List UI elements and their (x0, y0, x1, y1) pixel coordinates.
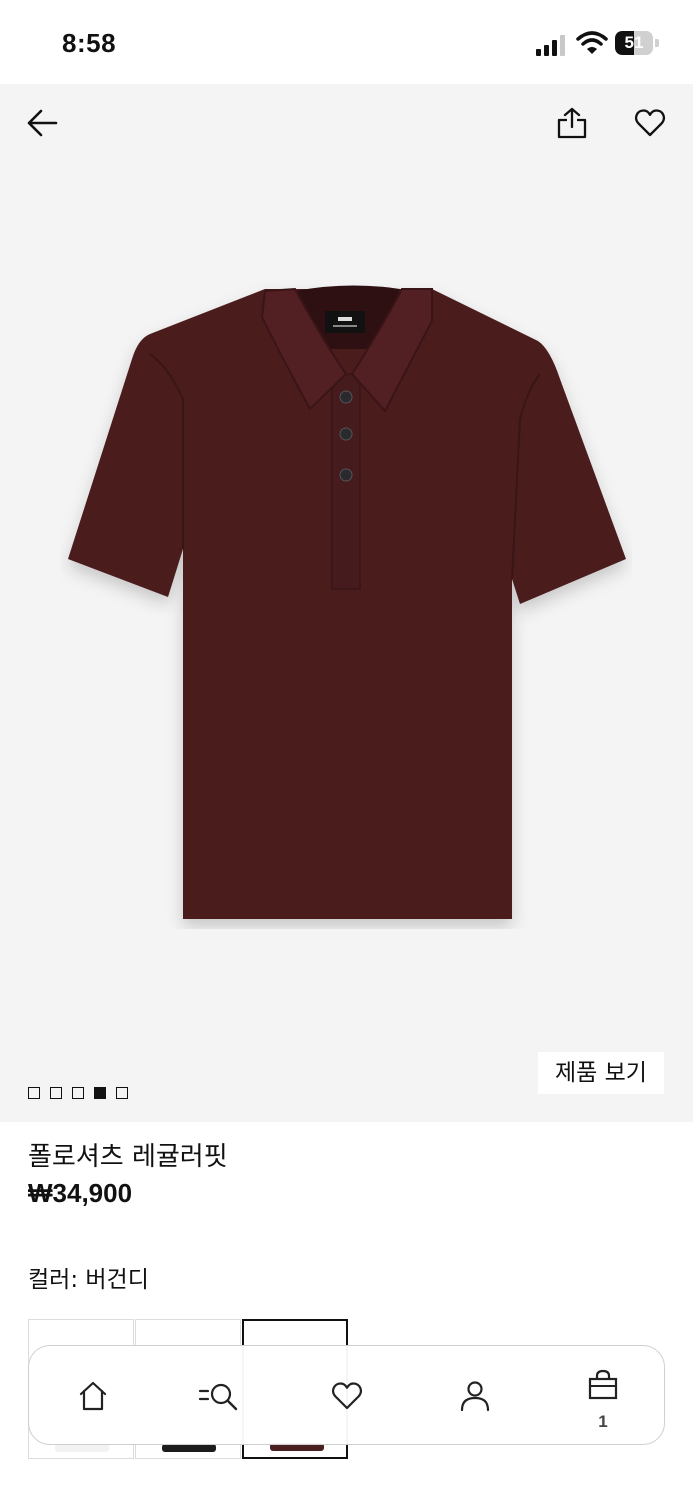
arrow-left-icon (27, 109, 58, 137)
pager-dot[interactable] (50, 1087, 62, 1099)
share-button[interactable] (550, 101, 594, 145)
heart-icon (635, 109, 665, 137)
nav-search[interactable] (179, 1346, 259, 1446)
cellular-signal-icon (536, 35, 565, 56)
product-image[interactable] (60, 279, 632, 929)
product-gallery[interactable]: 제품 보기 (0, 84, 693, 1122)
product-price: ₩34,900 (28, 1178, 133, 1208)
bottom-nav: 1 (28, 1345, 665, 1445)
color-label: 컬러: 버건디 (28, 1267, 149, 1293)
nav-home[interactable] (53, 1346, 133, 1446)
battery-icon: 51 (615, 31, 659, 55)
status-bar: 8:58 51 (0, 0, 693, 84)
battery-level: 51 (624, 33, 644, 52)
pager-dot[interactable] (72, 1087, 84, 1099)
home-icon (79, 1381, 107, 1411)
shopping-bag-icon (588, 1369, 618, 1400)
status-time: 8:58 (62, 28, 117, 58)
nav-bag[interactable]: 1 (563, 1346, 643, 1446)
view-product-button[interactable]: 제품 보기 (538, 1052, 664, 1094)
nav-favorites[interactable] (307, 1346, 387, 1446)
wifi-icon (576, 31, 608, 54)
product-title: 폴로셔츠 레귤러핏 (28, 1142, 228, 1172)
user-icon (460, 1381, 490, 1412)
pager-dot[interactable] (94, 1087, 106, 1099)
back-button[interactable] (20, 101, 64, 145)
nav-account[interactable] (435, 1346, 515, 1446)
favorite-button[interactable] (628, 101, 672, 145)
search-icon (198, 1383, 238, 1411)
image-pager (28, 1087, 128, 1101)
heart-icon (332, 1382, 362, 1410)
pager-dot[interactable] (116, 1087, 128, 1099)
bag-count: 1 (598, 1412, 608, 1431)
pager-dot[interactable] (28, 1087, 40, 1099)
share-icon (557, 107, 587, 139)
